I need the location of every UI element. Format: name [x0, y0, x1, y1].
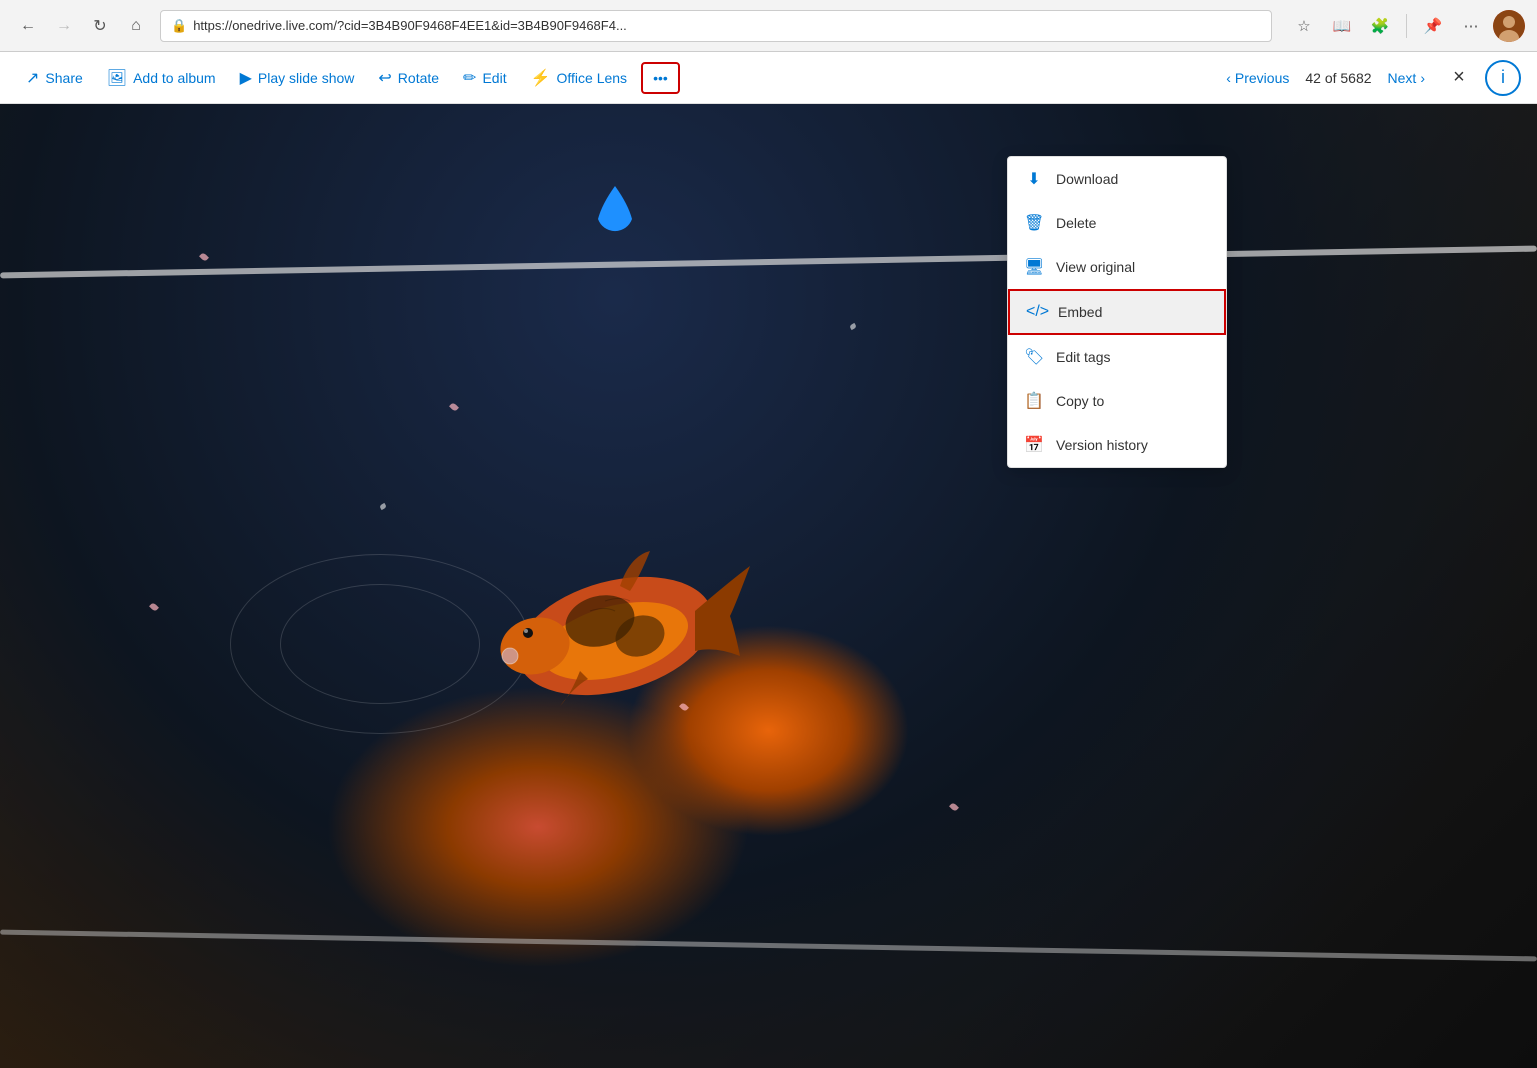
add-to-album-label: Add to album	[133, 70, 216, 86]
info-button[interactable]: i	[1485, 60, 1521, 96]
play-icon: ▶	[240, 68, 252, 88]
next-chevron-icon: ›	[1420, 70, 1425, 86]
delete-label: Delete	[1056, 215, 1096, 231]
collections-button[interactable]: 📌	[1417, 10, 1449, 42]
next-label: Next	[1388, 70, 1417, 86]
browser-nav-buttons: ← → ↻ ⌂	[12, 10, 152, 42]
delete-menu-item[interactable]: 🗑 Delete	[1008, 201, 1226, 245]
profile-button[interactable]	[1493, 10, 1525, 42]
favorites-button[interactable]: ☆	[1288, 10, 1320, 42]
share-icon: ↗	[26, 68, 39, 88]
browser-chrome: ← → ↻ ⌂ 🔒 https://onedrive.live.com/?cid…	[0, 0, 1537, 52]
embed-label: Embed	[1058, 304, 1102, 320]
office-lens-label: Office Lens	[557, 70, 628, 86]
view-original-icon: 🖥	[1024, 257, 1044, 277]
address-bar[interactable]: 🔒 https://onedrive.live.com/?cid=3B4B90F…	[160, 10, 1272, 42]
edit-label: Edit	[482, 70, 506, 86]
back-button[interactable]: ←	[12, 10, 44, 42]
share-button[interactable]: ↗ Share	[16, 62, 93, 94]
previous-photo-button[interactable]: ‹ Previous	[1218, 64, 1297, 92]
app-toolbar: ↗ Share 🖼 Add to album ▶ Play slide show…	[0, 52, 1537, 104]
office-lens-icon: ⚡	[531, 68, 551, 88]
rotate-label: Rotate	[398, 70, 439, 86]
home-button[interactable]: ⌂	[120, 10, 152, 42]
version-history-menu-item[interactable]: 📅 Version history	[1008, 423, 1226, 467]
more-options-button[interactable]: •••	[641, 62, 680, 94]
play-slide-show-label: Play slide show	[258, 70, 355, 86]
close-button[interactable]: ×	[1441, 60, 1477, 96]
edit-tags-label: Edit tags	[1056, 349, 1110, 365]
browser-more-button[interactable]: ⋯	[1455, 10, 1487, 42]
main-content: ⬇ Download 🗑 Delete 🖥 View original </> …	[0, 104, 1537, 1068]
office-lens-button[interactable]: ⚡ Office Lens	[521, 62, 637, 94]
rotate-icon: ↩	[378, 68, 391, 88]
view-original-label: View original	[1056, 259, 1135, 275]
close-icon: ×	[1453, 66, 1465, 89]
download-menu-item[interactable]: ⬇ Download	[1008, 157, 1226, 201]
profile-avatar	[1493, 10, 1525, 42]
rotate-button[interactable]: ↩ Rotate	[368, 62, 449, 94]
lock-icon: 🔒	[171, 18, 187, 34]
dropdown-menu: ⬇ Download 🗑 Delete 🖥 View original </> …	[1007, 156, 1227, 468]
extensions-button[interactable]: 🧩	[1364, 10, 1396, 42]
play-slide-show-button[interactable]: ▶ Play slide show	[230, 62, 365, 94]
next-photo-button[interactable]: Next ›	[1380, 64, 1433, 92]
view-original-menu-item[interactable]: 🖥 View original	[1008, 245, 1226, 289]
koi-fish	[440, 511, 790, 761]
trash-icon: 🗑	[1024, 213, 1044, 233]
copy-icon: 📋	[1024, 391, 1044, 411]
read-later-button[interactable]: 📖	[1326, 10, 1358, 42]
browser-actions: ☆ 📖 🧩 📌 ⋯	[1288, 10, 1525, 42]
copy-to-label: Copy to	[1056, 393, 1104, 409]
water-drop	[590, 184, 640, 244]
more-options-label: •••	[653, 70, 668, 86]
photo-counter: 42 of 5682	[1305, 70, 1371, 86]
url-text: https://onedrive.live.com/?cid=3B4B90F94…	[193, 18, 1261, 33]
previous-chevron-icon: ‹	[1226, 70, 1231, 86]
download-label: Download	[1056, 171, 1118, 187]
embed-menu-item[interactable]: </> Embed	[1008, 289, 1226, 335]
history-icon: 📅	[1024, 435, 1044, 455]
edit-tags-menu-item[interactable]: 🏷 Edit tags	[1008, 335, 1226, 379]
forward-button[interactable]: →	[48, 10, 80, 42]
previous-label: Previous	[1235, 70, 1289, 86]
share-label: Share	[45, 70, 82, 86]
edit-button[interactable]: ✏ Edit	[453, 62, 517, 94]
edit-icon: ✏	[463, 68, 476, 88]
divider	[1406, 14, 1407, 38]
toolbar-right: ‹ Previous 42 of 5682 Next › × i	[1218, 60, 1521, 96]
tags-icon: 🏷	[1024, 347, 1044, 367]
add-to-album-icon: 🖼	[107, 68, 127, 88]
download-icon: ⬇	[1024, 169, 1044, 189]
version-history-label: Version history	[1056, 437, 1148, 453]
refresh-button[interactable]: ↻	[84, 10, 116, 42]
embed-icon: </>	[1026, 303, 1046, 321]
info-icon: i	[1501, 67, 1505, 88]
copy-to-menu-item[interactable]: 📋 Copy to	[1008, 379, 1226, 423]
add-to-album-button[interactable]: 🖼 Add to album	[97, 62, 226, 94]
